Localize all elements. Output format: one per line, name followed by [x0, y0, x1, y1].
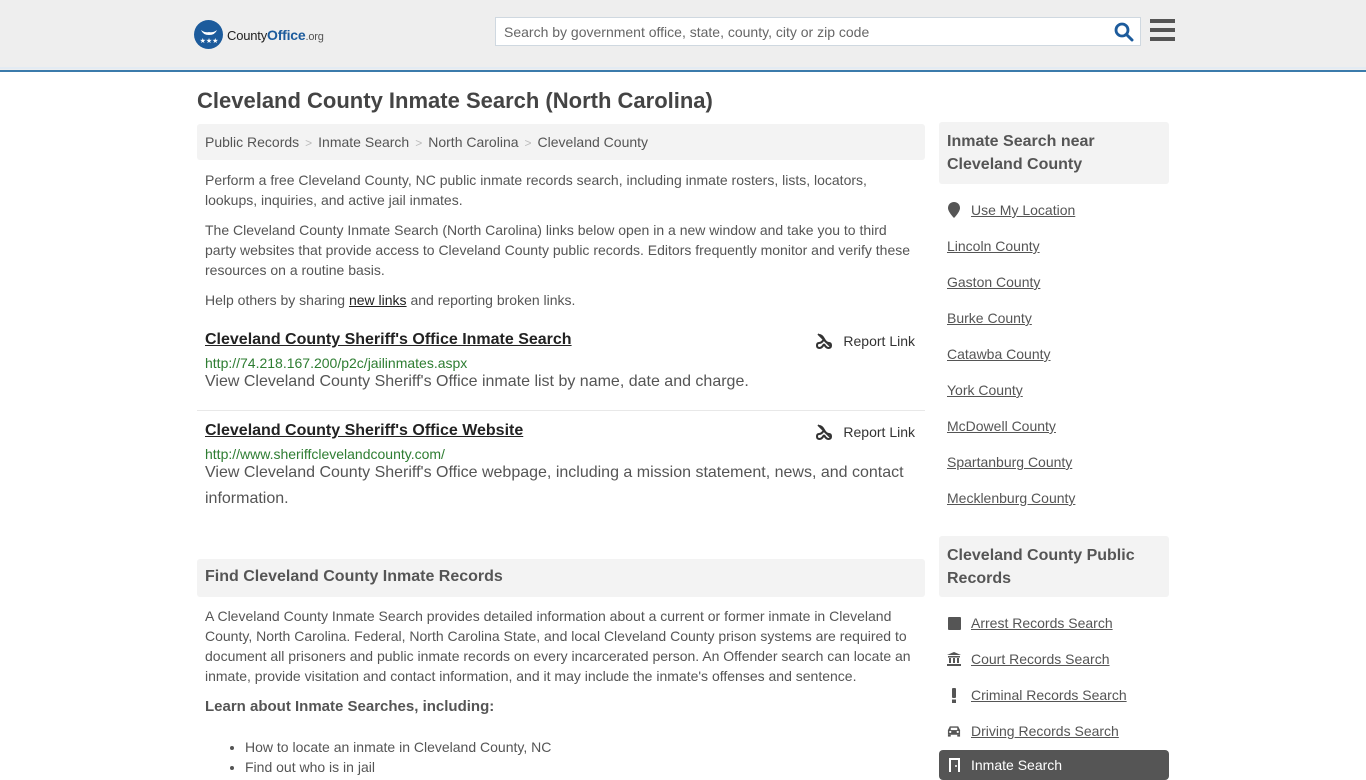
nearby-heading: Inmate Search near Cleveland County: [939, 122, 1169, 184]
report-link-label: Report Link: [843, 333, 915, 349]
find-records-body: A Cleveland County Inmate Search provide…: [205, 608, 911, 684]
learn-heading: Learn about Inmate Searches, including:: [205, 698, 495, 715]
breadcrumb-inmate-search[interactable]: Inmate Search: [318, 134, 409, 150]
result-title-link[interactable]: Cleveland County Sheriff's Office Inmate…: [205, 331, 572, 349]
public-records-heading: Cleveland County Public Records: [939, 536, 1169, 597]
exclamation-icon: [947, 687, 961, 703]
sidebar-item-inmate-search[interactable]: Inmate Search: [939, 750, 1169, 780]
search-input[interactable]: [496, 18, 1106, 45]
nearby-county-link[interactable]: Spartanburg County: [947, 454, 1072, 470]
sidebar-item-label: Arrest Records Search: [971, 615, 1113, 631]
logo-wordmark: CountyOffice.org: [227, 26, 324, 43]
report-link-label: Report Link: [843, 424, 915, 440]
square-icon: [947, 616, 961, 630]
sidebar-item-label: Inmate Search: [971, 757, 1063, 773]
breadcrumb: Public Records > Inmate Search > North Carol…: [197, 124, 925, 160]
result-divider: [197, 410, 925, 411]
logo-link[interactable]: ★★★ CountyOffice.org: [194, 20, 324, 49]
breadcrumb-separator: >: [305, 136, 313, 150]
page-title: Cleveland County Inmate Search (North Ca…: [197, 88, 713, 113]
sidebar-item-arrest-records[interactable]: Arrest Records Search: [947, 615, 1113, 631]
intro-text: and reporting broken links.: [406, 292, 576, 308]
intro-paragraph-2: The Cleveland County Inmate Search (Nort…: [205, 222, 911, 278]
breadcrumb-separator: >: [415, 136, 423, 150]
door-icon: [947, 758, 961, 772]
breadcrumb-public-records[interactable]: Public Records: [205, 134, 299, 150]
list-item: Find out who is in jail: [245, 757, 551, 777]
broken-link-icon: [816, 424, 833, 440]
sidebar-item-label: Criminal Records Search: [971, 687, 1127, 703]
search-button[interactable]: [1114, 22, 1134, 42]
courthouse-icon: [947, 652, 961, 666]
nearby-county-link[interactable]: Gaston County: [947, 274, 1040, 290]
breadcrumb-cleveland-county[interactable]: Cleveland County: [538, 134, 649, 150]
result-description: View Cleveland County Sheriff's Office i…: [205, 373, 749, 390]
sidebar-item-driving-records[interactable]: Driving Records Search: [947, 723, 1119, 739]
learn-list: How to locate an inmate in Cleveland Cou…: [245, 737, 551, 777]
nearby-county-link[interactable]: McDowell County: [947, 418, 1056, 434]
use-my-location-link[interactable]: Use My Location: [947, 202, 1075, 218]
sidebar-item-criminal-records[interactable]: Criminal Records Search: [947, 687, 1127, 703]
sidebar-item-label: Court Records Search: [971, 651, 1110, 667]
svg-text:★★★: ★★★: [199, 37, 218, 45]
broken-link-icon: [816, 333, 833, 349]
hamburger-menu-icon[interactable]: [1150, 19, 1175, 41]
result-description: View Cleveland County Sheriff's Office w…: [205, 464, 904, 507]
map-marker-icon: [947, 202, 961, 218]
intro-text: Help others by sharing: [205, 292, 349, 308]
intro-paragraph-1: Perform a free Cleveland County, NC publ…: [205, 172, 867, 208]
use-my-location-label: Use My Location: [971, 202, 1076, 218]
eagle-stars-logo-icon: ★★★: [194, 20, 223, 49]
intro-paragraph-3: Help others by sharing new links and rep…: [205, 290, 917, 310]
nearby-county-link[interactable]: Mecklenburg County: [947, 490, 1075, 506]
sidebar-item-court-records[interactable]: Court Records Search: [947, 651, 1110, 667]
nearby-county-link[interactable]: Catawba County: [947, 346, 1051, 362]
list-item: How to locate an inmate in Cleveland Cou…: [245, 737, 551, 757]
search-icon: [1114, 22, 1134, 42]
site-header: ★★★ CountyOffice.org: [0, 0, 1366, 72]
report-link-button[interactable]: Report Link: [816, 333, 915, 349]
nearby-county-link[interactable]: Burke County: [947, 310, 1032, 326]
breadcrumb-north-carolina[interactable]: North Carolina: [428, 134, 518, 150]
sidebar-item-label: Driving Records Search: [971, 723, 1119, 739]
report-link-button[interactable]: Report Link: [816, 424, 915, 440]
new-links-link[interactable]: new links: [349, 292, 407, 308]
site-search: [495, 17, 1141, 46]
nearby-county-link[interactable]: York County: [947, 382, 1023, 398]
nearby-county-link[interactable]: Lincoln County: [947, 238, 1040, 254]
breadcrumb-separator: >: [524, 136, 532, 150]
car-icon: [947, 725, 961, 737]
find-records-heading: Find Cleveland County Inmate Records: [197, 559, 925, 597]
result-title-link[interactable]: Cleveland County Sheriff's Office Websit…: [205, 422, 523, 440]
